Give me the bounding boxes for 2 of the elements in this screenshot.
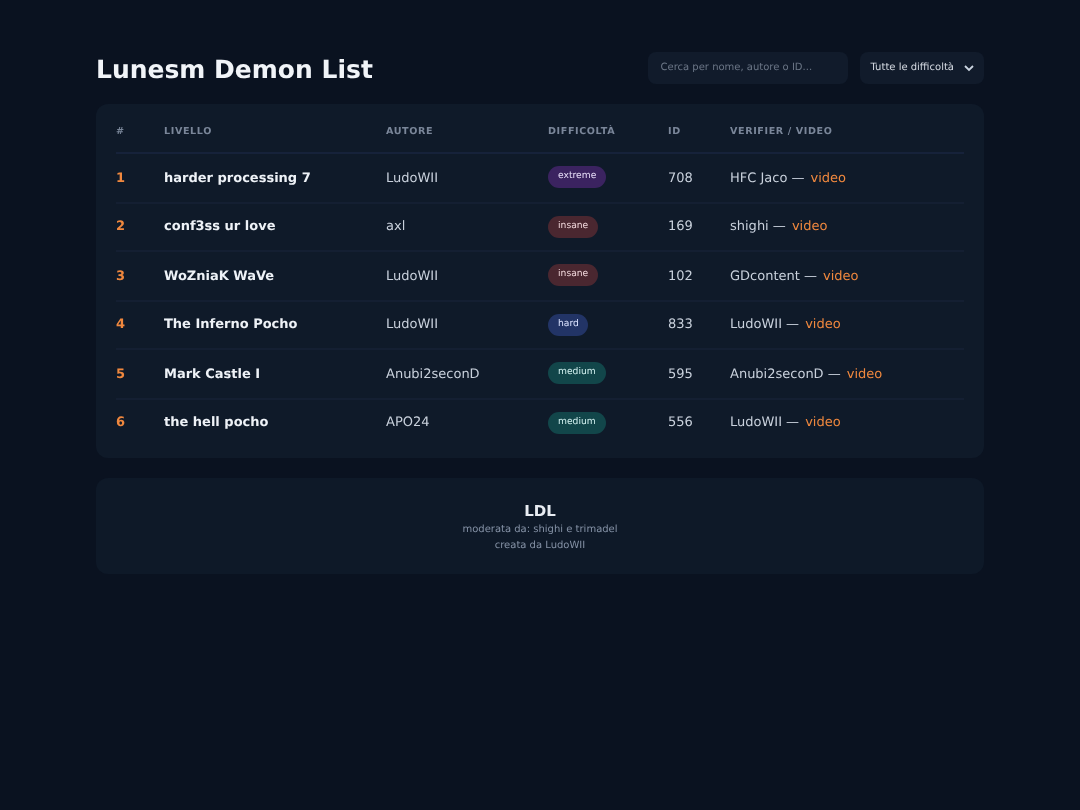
page-title: Lunesm Demon List [96, 53, 373, 83]
caret-icon [964, 64, 974, 72]
